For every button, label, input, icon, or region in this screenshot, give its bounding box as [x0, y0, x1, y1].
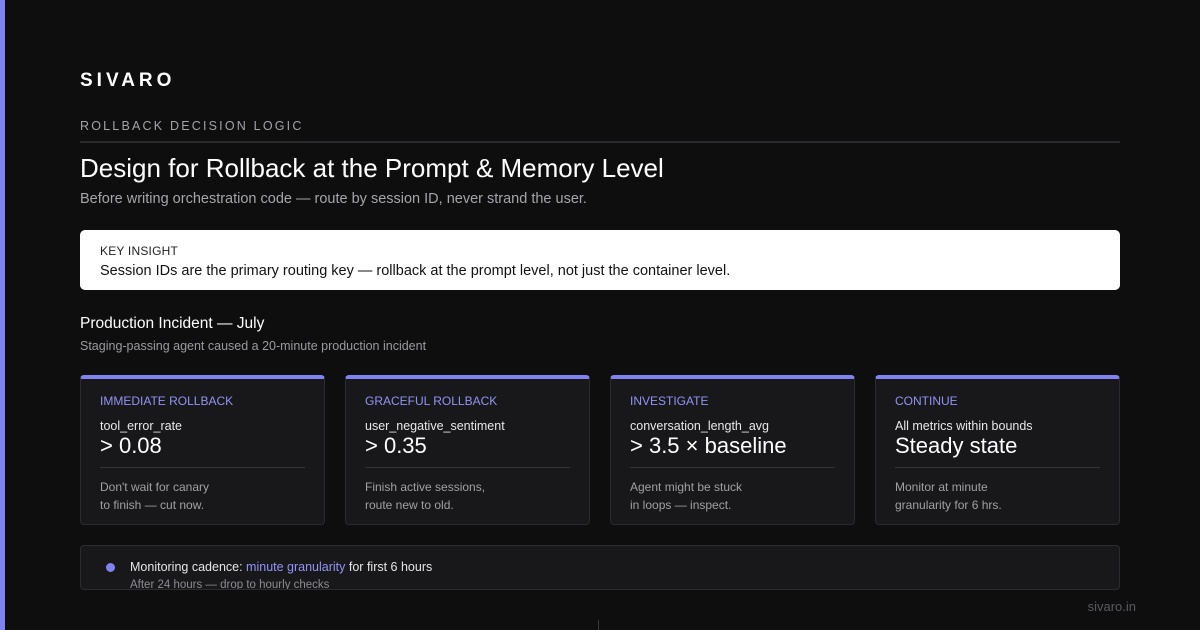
- key-insight-box: KEY INSIGHT Session IDs are the primary …: [80, 230, 1120, 290]
- bottom-tick-mark: [598, 620, 599, 630]
- card-divider: [895, 467, 1100, 468]
- card-metric: user_negative_sentiment: [365, 419, 505, 433]
- key-insight-text: Session IDs are the primary routing key …: [100, 263, 731, 279]
- card-note-line: Agent might be stuck: [630, 480, 743, 494]
- card-graceful-rollback: GRACEFUL ROLLBACK user_negative_sentimen…: [345, 375, 590, 525]
- card-threshold: > 0.08: [100, 433, 162, 458]
- card-divider: [630, 467, 835, 468]
- card-note-line: route new to old.: [365, 498, 454, 512]
- monitoring-suffix: for first 6 hours: [345, 560, 433, 574]
- card-label: INVESTIGATE: [630, 394, 709, 408]
- card-note-line: Finish active sessions,: [365, 480, 486, 494]
- footer-site-link[interactable]: sivaro.in: [1088, 599, 1136, 614]
- key-insight-label: KEY INSIGHT: [100, 244, 178, 258]
- card-metric: conversation_length_avg: [630, 419, 769, 433]
- card-note-line: in loops — inspect.: [630, 498, 732, 512]
- accent-bar: [0, 0, 5, 630]
- card-note-line: Don't wait for canary: [100, 480, 210, 494]
- card-threshold: Steady state: [895, 433, 1018, 458]
- card-continue: CONTINUE All metrics within bounds Stead…: [875, 375, 1120, 525]
- monitoring-highlight: minute granularity: [246, 560, 346, 574]
- brand-logo: SIVARO: [80, 70, 176, 91]
- card-threshold: > 0.35: [365, 433, 427, 458]
- card-note: Don't wait for canary to finish — cut now…: [100, 478, 305, 514]
- card-investigate: INVESTIGATE conversation_length_avg > 3.…: [610, 375, 855, 525]
- page-subtitle: Before writing orchestration code — rout…: [80, 191, 587, 207]
- card-note: Monitor at minute granularity for 6 hrs.: [895, 478, 1100, 514]
- card-note-line: Monitor at minute: [895, 480, 988, 494]
- card-label: GRACEFUL ROLLBACK: [365, 394, 498, 408]
- monitoring-line: Monitoring cadence: minute granularity f…: [130, 560, 432, 574]
- section-title: Production Incident — July: [80, 315, 265, 332]
- card-label: CONTINUE: [895, 394, 958, 408]
- card-note-line: granularity for 6 hrs.: [895, 498, 1002, 512]
- header-divider: [80, 141, 1120, 143]
- monitoring-cadence-box: Monitoring cadence: minute granularity f…: [80, 545, 1120, 590]
- card-threshold: > 3.5 × baseline: [630, 433, 787, 458]
- status-dot-icon: [106, 563, 115, 572]
- page-title: Design for Rollback at the Prompt & Memo…: [80, 153, 664, 183]
- card-divider: [365, 467, 570, 468]
- card-immediate-rollback: IMMEDIATE ROLLBACK tool_error_rate > 0.0…: [80, 375, 325, 525]
- card-metric: All metrics within bounds: [895, 419, 1033, 433]
- eyebrow-label: ROLLBACK DECISION LOGIC: [80, 119, 304, 133]
- card-note-line: to finish — cut now.: [100, 498, 205, 512]
- card-divider: [100, 467, 305, 468]
- card-label: IMMEDIATE ROLLBACK: [100, 394, 234, 408]
- card-note: Finish active sessions, route new to old.: [365, 478, 570, 514]
- card-metric: tool_error_rate: [100, 419, 182, 433]
- decision-cards: IMMEDIATE ROLLBACK tool_error_rate > 0.0…: [80, 375, 1120, 525]
- monitoring-subtext: After 24 hours — drop to hourly checks: [130, 579, 330, 590]
- section-subtitle: Staging-passing agent caused a 20-minute…: [80, 339, 427, 353]
- card-note: Agent might be stuck in loops — inspect.: [630, 478, 835, 514]
- monitoring-prefix: Monitoring cadence:: [130, 560, 247, 574]
